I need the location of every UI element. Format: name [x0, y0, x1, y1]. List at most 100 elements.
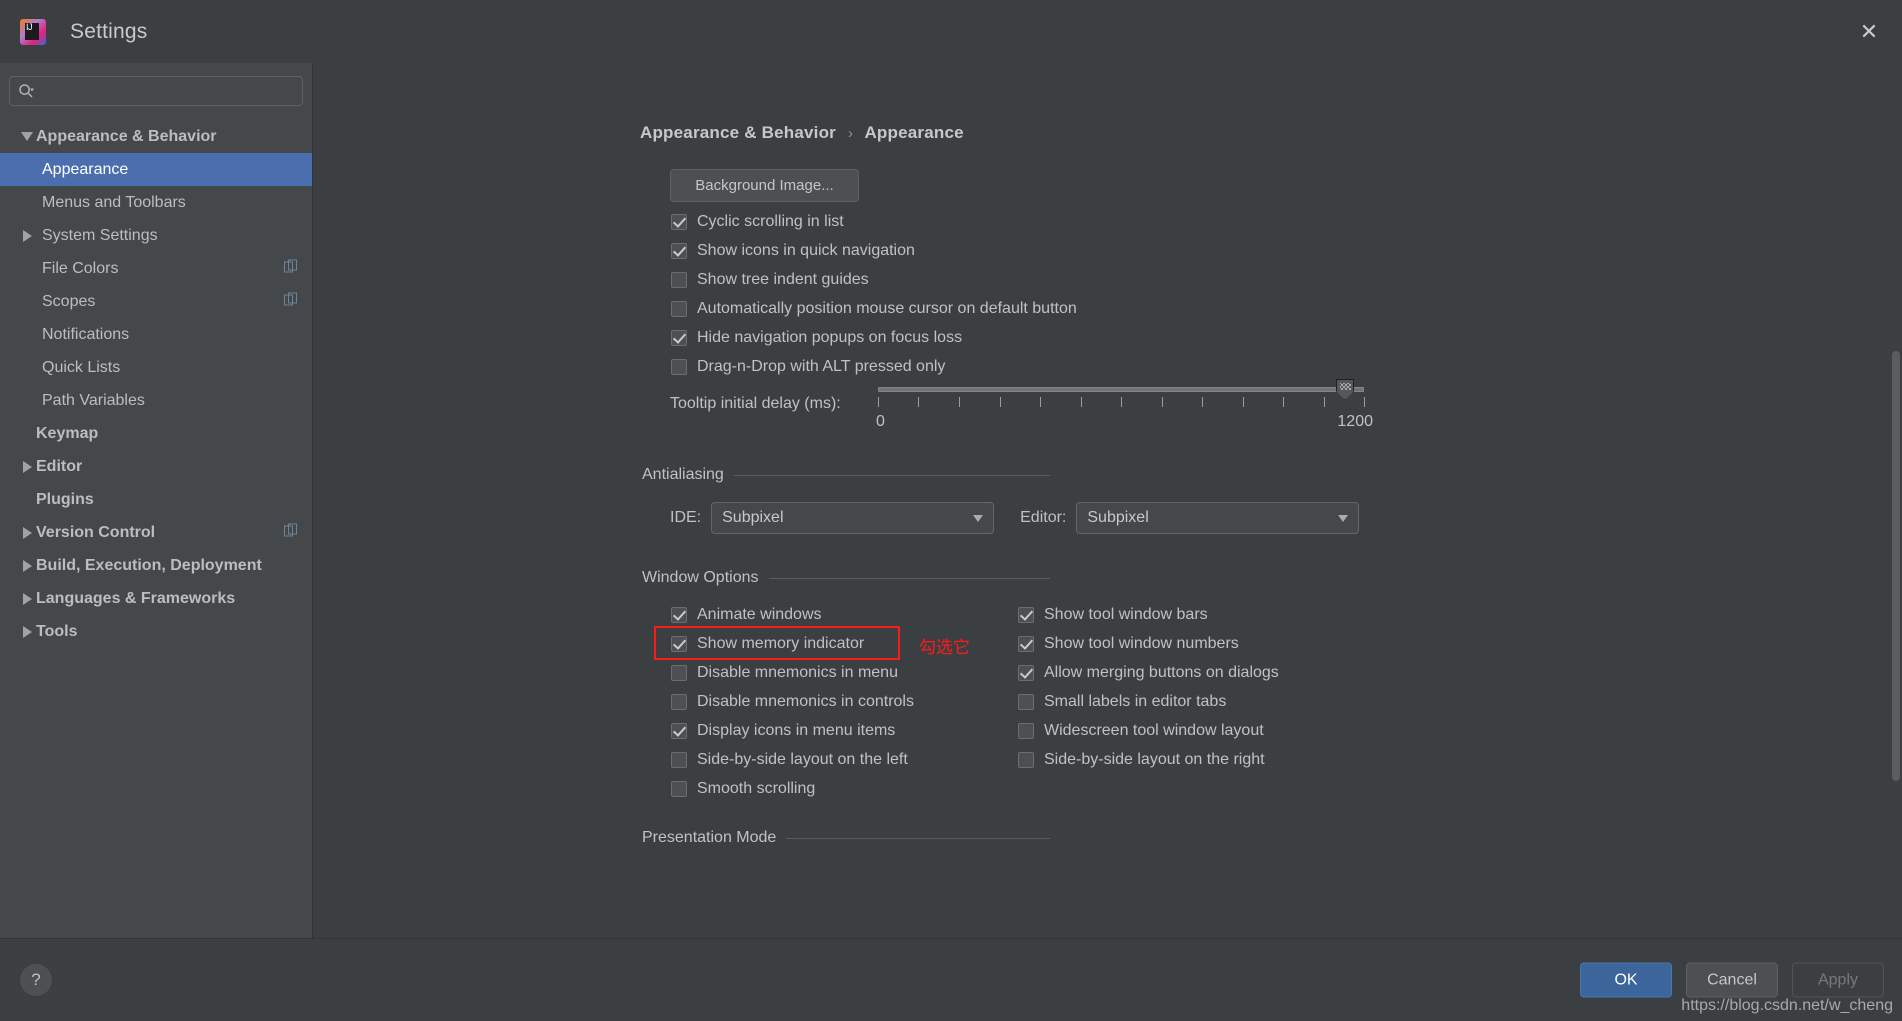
- breadcrumb-separator-icon: ›: [847, 125, 854, 142]
- sidebar-item-keymap[interactable]: Keymap: [0, 417, 312, 450]
- checkbox-checked-icon[interactable]: [671, 723, 687, 739]
- checkbox-cyclic-scrolling-in-list[interactable]: Cyclic scrolling in list: [671, 213, 844, 231]
- chevron-right-icon[interactable]: [18, 460, 36, 473]
- checkbox-automatically-position-mouse-cursor-on-default-button[interactable]: Automatically position mouse cursor on d…: [671, 300, 1077, 318]
- tooltip-delay-slider[interactable]: 0 1200: [876, 379, 1373, 434]
- checkbox-animate-windows[interactable]: Animate windows: [671, 606, 822, 624]
- checkbox-unchecked-icon[interactable]: [1018, 752, 1034, 768]
- breadcrumb-root[interactable]: Appearance & Behavior: [640, 123, 836, 142]
- checkbox-display-icons-in-menu-items[interactable]: Display icons in menu items: [671, 722, 895, 740]
- scrollbar-thumb[interactable]: [1892, 351, 1900, 781]
- sidebar-item-label: Version Control: [36, 523, 156, 541]
- checkbox-small-labels-in-editor-tabs[interactable]: Small labels in editor tabs: [1018, 693, 1226, 711]
- checkbox-label: Show memory indicator: [697, 635, 865, 652]
- slider-track[interactable]: [878, 387, 1364, 392]
- close-icon[interactable]: ✕: [1854, 17, 1884, 47]
- sidebar-item-system-settings[interactable]: System Settings: [0, 219, 312, 252]
- slider-tick: [1283, 397, 1284, 407]
- checkbox-unchecked-icon[interactable]: [671, 665, 687, 681]
- antialiasing-editor-select[interactable]: Subpixel: [1076, 502, 1360, 534]
- group-divider: [733, 474, 1050, 476]
- checkbox-unchecked-icon[interactable]: [1018, 694, 1034, 710]
- sidebar-item-appearance-behavior[interactable]: Appearance & Behavior: [0, 120, 312, 153]
- sidebar-item-tools[interactable]: Tools: [0, 615, 312, 648]
- footer-actions: OK Cancel Apply: [1580, 962, 1884, 998]
- checkbox-widescreen-tool-window-layout[interactable]: Widescreen tool window layout: [1018, 722, 1264, 740]
- checkbox-label: Show tool window bars: [1044, 606, 1208, 623]
- checkbox-label: Allow merging buttons on dialogs: [1044, 664, 1279, 681]
- sidebar-item-label: Build, Execution, Deployment: [36, 556, 262, 574]
- checkbox-drag-n-drop-with-alt-pressed-only[interactable]: Drag-n-Drop with ALT pressed only: [671, 358, 945, 376]
- checkbox-checked-icon[interactable]: [671, 243, 687, 259]
- checkbox-show-tool-window-numbers[interactable]: Show tool window numbers: [1018, 635, 1239, 653]
- sidebar-item-plugins[interactable]: Plugins: [0, 483, 312, 516]
- checkbox-checked-icon[interactable]: [1018, 607, 1034, 623]
- checkbox-checked-icon[interactable]: [671, 636, 687, 652]
- checkbox-unchecked-icon[interactable]: [1018, 723, 1034, 739]
- checkbox-checked-icon[interactable]: [671, 330, 687, 346]
- checkbox-smooth-scrolling[interactable]: Smooth scrolling: [671, 780, 815, 798]
- checkbox-show-tool-window-bars[interactable]: Show tool window bars: [1018, 606, 1208, 624]
- content-scrollbar[interactable]: [1890, 63, 1902, 938]
- question-mark-icon[interactable]: ?: [20, 964, 52, 996]
- sidebar-item-scopes[interactable]: Scopes: [0, 285, 312, 318]
- chevron-right-icon[interactable]: [18, 592, 36, 605]
- sidebar-item-label: Scopes: [42, 292, 96, 310]
- checkbox-unchecked-icon[interactable]: [671, 272, 687, 288]
- chevron-right-icon[interactable]: [18, 229, 36, 242]
- checkbox-side-by-side-layout-on-the-right[interactable]: Side-by-side layout on the right: [1018, 751, 1265, 769]
- slider-tick: [1161, 397, 1163, 407]
- chevron-right-icon[interactable]: [18, 625, 36, 638]
- checkbox-unchecked-icon[interactable]: [671, 752, 687, 768]
- checkbox-unchecked-icon[interactable]: [671, 694, 687, 710]
- window-title: Settings: [70, 19, 148, 43]
- window-options-group-header: Window Options: [642, 569, 1902, 587]
- checkbox-allow-merging-buttons-on-dialogs[interactable]: Allow merging buttons on dialogs: [1018, 664, 1279, 682]
- checkbox-unchecked-icon[interactable]: [671, 301, 687, 317]
- checkbox-side-by-side-layout-on-the-left[interactable]: Side-by-side layout on the left: [671, 751, 908, 769]
- chevron-down-icon[interactable]: [963, 514, 993, 522]
- chevron-right-icon[interactable]: [18, 526, 36, 539]
- checkbox-unchecked-icon[interactable]: [671, 359, 687, 375]
- chevron-down-icon[interactable]: [1328, 514, 1358, 522]
- sidebar-item-path-variables[interactable]: Path Variables: [0, 384, 312, 417]
- checkbox-disable-mnemonics-in-menu[interactable]: Disable mnemonics in menu: [671, 664, 898, 682]
- checkbox-label: Show tool window numbers: [1044, 635, 1239, 652]
- sidebar-item-appearance[interactable]: Appearance: [0, 153, 312, 186]
- copy-settings-icon[interactable]: [284, 523, 298, 542]
- slider-max-label: 1200: [1337, 413, 1373, 430]
- sidebar-item-label: Tools: [36, 622, 78, 640]
- checkbox-hide-navigation-popups-on-focus-loss[interactable]: Hide navigation popups on focus loss: [671, 329, 962, 347]
- checkbox-checked-icon[interactable]: [671, 607, 687, 623]
- sidebar-item-file-colors[interactable]: File Colors: [0, 252, 312, 285]
- checkbox-checked-icon[interactable]: [1018, 636, 1034, 652]
- sidebar-item-editor[interactable]: Editor: [0, 450, 312, 483]
- chevron-right-icon[interactable]: [18, 559, 36, 572]
- sidebar-item-build-execution-deployment[interactable]: Build, Execution, Deployment: [0, 549, 312, 582]
- checkbox-label: Cyclic scrolling in list: [697, 213, 844, 230]
- checkbox-show-memory-indicator[interactable]: Show memory indicator: [671, 635, 864, 653]
- cancel-button[interactable]: Cancel: [1686, 962, 1778, 998]
- checkbox-show-icons-in-quick-navigation[interactable]: Show icons in quick navigation: [671, 242, 915, 260]
- checkbox-unchecked-icon[interactable]: [671, 781, 687, 797]
- antialiasing-ide-select[interactable]: Subpixel: [711, 502, 995, 534]
- sidebar-item-version-control[interactable]: Version Control: [0, 516, 312, 549]
- sidebar-item-notifications[interactable]: Notifications: [0, 318, 312, 351]
- background-image-button[interactable]: Background Image...: [670, 169, 859, 202]
- sidebar-item-label: File Colors: [42, 259, 119, 277]
- chevron-down-icon[interactable]: [18, 132, 36, 141]
- checkbox-show-tree-indent-guides[interactable]: Show tree indent guides: [671, 271, 869, 289]
- intellij-idea-logo-icon: [20, 18, 46, 45]
- copy-settings-icon[interactable]: [284, 292, 298, 311]
- sidebar-item-quick-lists[interactable]: Quick Lists: [0, 351, 312, 384]
- checkbox-checked-icon[interactable]: [671, 214, 687, 230]
- sidebar-item-menus-and-toolbars[interactable]: Menus and Toolbars: [0, 186, 312, 219]
- checkbox-disable-mnemonics-in-controls[interactable]: Disable mnemonics in controls: [671, 693, 914, 711]
- search-box[interactable]: [9, 76, 303, 106]
- copy-settings-icon[interactable]: [284, 259, 298, 278]
- sidebar-item-label: Quick Lists: [42, 358, 121, 376]
- sidebar-item-languages-frameworks[interactable]: Languages & Frameworks: [0, 582, 312, 615]
- ok-button[interactable]: OK: [1580, 962, 1672, 998]
- search-input[interactable]: [38, 83, 294, 99]
- checkbox-checked-icon[interactable]: [1018, 665, 1034, 681]
